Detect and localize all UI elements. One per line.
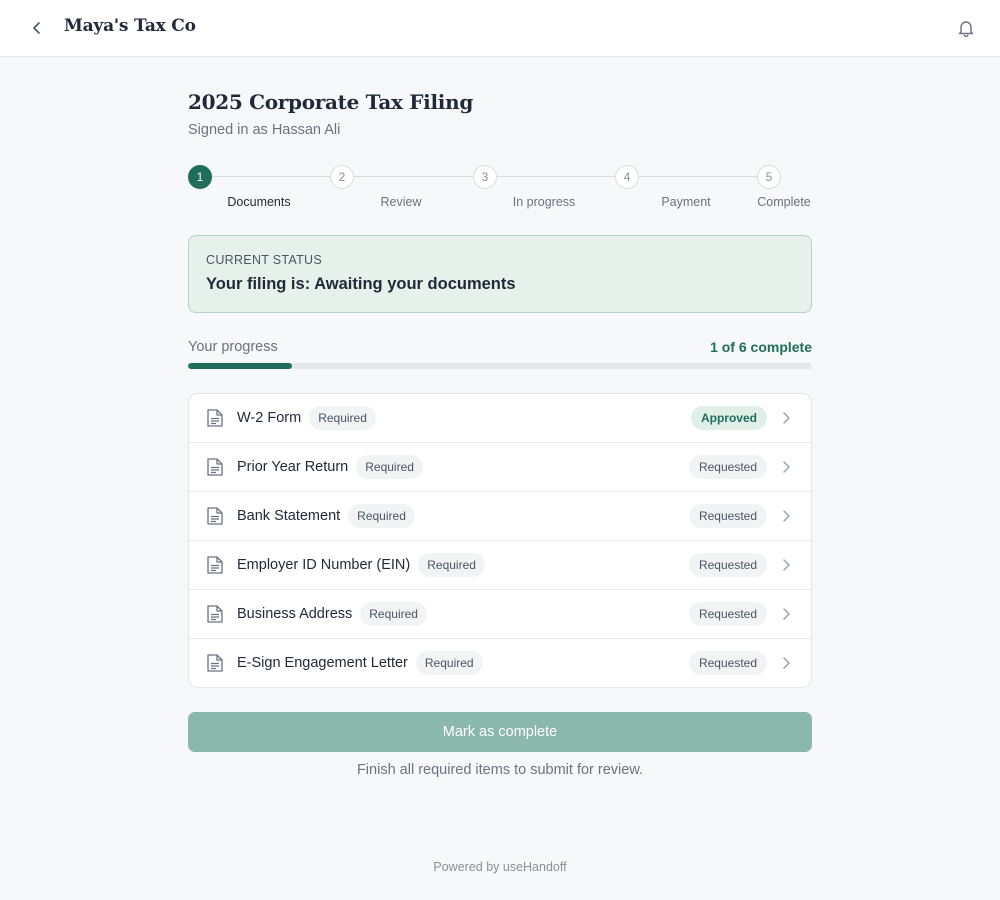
status-badge: Requested (688, 602, 767, 626)
document-name: Bank Statement (237, 508, 341, 524)
progress-count: 1 of 6 complete (710, 339, 812, 355)
signed-in-text: Signed in as Hassan Ali (188, 122, 341, 138)
status-badge: Requested (688, 455, 767, 479)
document-name: E-Sign Engagement Letter (237, 655, 408, 671)
document-name-group: E-Sign Engagement Letter Required (237, 639, 483, 687)
back-button[interactable] (26, 17, 48, 39)
bell-icon (958, 21, 974, 38)
step-2-circle: 2 (330, 165, 354, 189)
mark-complete-button[interactable]: Mark as complete (188, 712, 812, 752)
step-2-label: Review (380, 195, 422, 209)
document-list: W-2 Form Required Approved Prior Year Re… (188, 393, 812, 688)
document-icon (207, 458, 223, 476)
document-row-w2-form[interactable]: W-2 Form Required Approved (189, 394, 811, 443)
status-badge: Requested (688, 504, 767, 528)
step-1-label: Documents (227, 195, 291, 209)
status-badge: Requested (688, 553, 767, 577)
step-5-circle: 5 (757, 165, 781, 189)
step-1-circle: 1 (188, 165, 212, 189)
document-icon (207, 507, 223, 525)
document-icon (207, 409, 223, 427)
required-badge: Required (348, 504, 415, 528)
notifications-button[interactable] (954, 16, 978, 40)
progress-label: Your progress (188, 339, 278, 355)
step-5-label: Complete (757, 195, 811, 209)
step-connector (497, 176, 615, 177)
document-name-group: W-2 Form Required (237, 394, 376, 442)
document-name-group: Business Address Required (237, 590, 427, 638)
chevron-right-icon (783, 510, 790, 522)
required-badge: Required (418, 553, 485, 577)
step-connector (354, 176, 473, 177)
required-badge: Required (356, 455, 423, 479)
progress-bar (188, 363, 812, 369)
status-badge: Requested (688, 651, 767, 675)
status-badge: Approved (690, 406, 767, 430)
chevron-left-icon (33, 22, 40, 34)
chevron-right-icon (783, 461, 790, 473)
status-text: Your filing is: Awaiting your documents (206, 275, 516, 293)
document-row-prior-year-return[interactable]: Prior Year Return Required Requested (189, 443, 811, 492)
top-bar: Maya's Tax Co (0, 0, 1000, 57)
brand-name: Maya's Tax Co (64, 16, 196, 36)
document-icon (207, 556, 223, 574)
document-row-business-address[interactable]: Business Address Required Requested (189, 590, 811, 639)
document-name-group: Employer ID Number (EIN) Required (237, 541, 485, 589)
step-connector (639, 176, 757, 177)
required-badge: Required (415, 651, 483, 675)
step-3-label: In progress (512, 195, 576, 209)
document-name-group: Bank Statement Required (237, 492, 415, 540)
chevron-right-icon (783, 657, 790, 669)
status-eyebrow: CURRENT STATUS (206, 253, 323, 267)
required-badge: Required (360, 602, 427, 626)
document-row-employer-id-number[interactable]: Employer ID Number (EIN) Required Reques… (189, 541, 811, 590)
step-4-label: Payment (661, 195, 711, 209)
document-row-bank-statement[interactable]: Bank Statement Required Requested (189, 492, 811, 541)
document-name-group: Prior Year Return Required (237, 443, 423, 491)
chevron-right-icon (783, 608, 790, 620)
progress-bar-fill (188, 363, 292, 369)
required-badge: Required (309, 406, 376, 430)
document-name: Business Address (237, 606, 353, 622)
chevron-right-icon (783, 412, 790, 424)
document-row-e-sign-engagement-letter[interactable]: E-Sign Engagement Letter Required Reques… (189, 639, 811, 687)
chevron-right-icon (783, 559, 790, 571)
helper-text: Finish all required items to submit for … (356, 762, 644, 778)
document-icon (207, 605, 223, 623)
step-4-circle: 4 (615, 165, 639, 189)
footer-powered-by: Powered by useHandoff (433, 860, 567, 874)
page-title: 2025 Corporate Tax Filing (188, 90, 474, 114)
step-3-circle: 3 (473, 165, 497, 189)
status-card: CURRENT STATUS Your filing is: Awaiting … (188, 235, 812, 313)
document-name: W-2 Form (237, 410, 302, 426)
step-connector (212, 176, 330, 177)
progress-stepper: 1 2 3 4 5 Documents Review In progress P… (188, 165, 812, 215)
document-icon (207, 654, 223, 672)
document-name: Prior Year Return (237, 459, 349, 475)
document-name: Employer ID Number (EIN) (237, 557, 411, 573)
